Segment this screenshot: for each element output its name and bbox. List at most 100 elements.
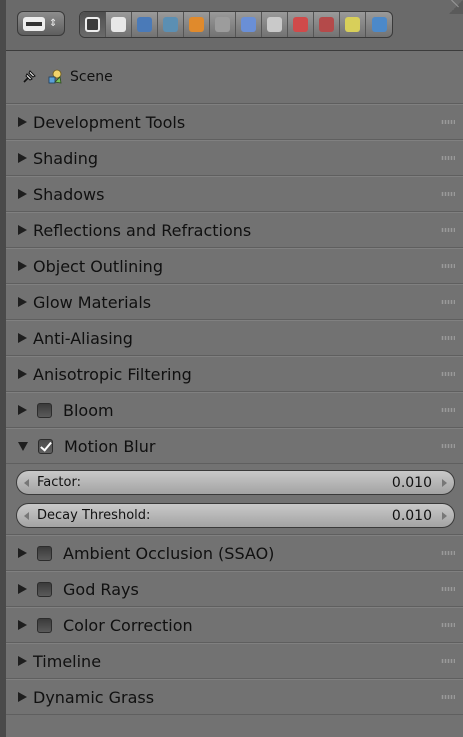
motion-blur-settings: Factor: 0.010 Decay Threshold: 0.010 bbox=[6, 464, 463, 535]
panel-header[interactable]: Glow Materials bbox=[6, 284, 463, 320]
panel-header[interactable]: Object Outlining bbox=[6, 248, 463, 284]
disclosure-collapsed-icon[interactable] bbox=[18, 333, 27, 343]
panel-enable-checkbox[interactable] bbox=[37, 617, 52, 633]
panel-header[interactable]: God Rays bbox=[6, 571, 463, 607]
panel-header[interactable]: Dynamic Grass bbox=[6, 679, 463, 715]
tab-data-tab[interactable] bbox=[262, 12, 288, 37]
disclosure-collapsed-icon[interactable] bbox=[18, 225, 27, 235]
decrement-arrow-icon[interactable] bbox=[24, 479, 29, 487]
drag-grip-icon[interactable] bbox=[441, 264, 455, 268]
drag-grip-icon[interactable] bbox=[441, 120, 455, 124]
scene-label[interactable]: Scene bbox=[70, 69, 113, 85]
panel-header[interactable]: Motion Blur bbox=[6, 428, 463, 464]
disclosure-collapsed-icon[interactable] bbox=[18, 117, 27, 127]
disclosure-collapsed-icon[interactable] bbox=[18, 584, 27, 594]
modifiers-tab-icon bbox=[241, 17, 256, 32]
constraints-tab-icon bbox=[215, 17, 230, 32]
drag-grip-icon[interactable] bbox=[441, 228, 455, 232]
drag-grip-icon[interactable] bbox=[441, 587, 455, 591]
context-path: Scene bbox=[6, 51, 463, 104]
panel-title: Reflections and Refractions bbox=[33, 220, 252, 240]
world-tab-icon bbox=[163, 17, 178, 32]
render-layers-tab-icon bbox=[111, 17, 126, 32]
drag-grip-icon[interactable] bbox=[441, 156, 455, 160]
disclosure-collapsed-icon[interactable] bbox=[18, 656, 27, 666]
scene-tab-icon bbox=[137, 17, 152, 32]
decay-threshold-label: Decay Threshold: bbox=[37, 508, 151, 523]
physics-tab-icon bbox=[371, 17, 387, 32]
context-tab-strip bbox=[79, 11, 393, 38]
editor-type-selector[interactable]: ⇕ bbox=[17, 11, 65, 36]
decay-threshold-slider[interactable]: Decay Threshold: 0.010 bbox=[16, 503, 455, 528]
factor-slider[interactable]: Factor: 0.010 bbox=[16, 470, 455, 495]
panel-header[interactable]: Anisotropic Filtering bbox=[6, 356, 463, 392]
render-tab-icon bbox=[85, 17, 100, 32]
tab-render-layers-tab[interactable] bbox=[106, 12, 132, 37]
decrement-arrow-icon[interactable] bbox=[24, 512, 29, 520]
drag-grip-icon[interactable] bbox=[441, 551, 455, 555]
panel-title: Anisotropic Filtering bbox=[33, 364, 192, 384]
disclosure-collapsed-icon[interactable] bbox=[18, 189, 27, 199]
disclosure-collapsed-icon[interactable] bbox=[18, 153, 27, 163]
panel-header[interactable]: Timeline bbox=[6, 643, 463, 679]
tab-constraints-tab[interactable] bbox=[210, 12, 236, 37]
disclosure-collapsed-icon[interactable] bbox=[18, 297, 27, 307]
tab-world-tab[interactable] bbox=[158, 12, 184, 37]
panel-enable-checkbox[interactable] bbox=[37, 581, 52, 597]
header-toolbar: ⇕ bbox=[6, 0, 463, 51]
drag-grip-icon[interactable] bbox=[441, 192, 455, 196]
drag-grip-icon[interactable] bbox=[441, 336, 455, 340]
panel-header[interactable]: Color Correction bbox=[6, 607, 463, 643]
panel-header[interactable]: Reflections and Refractions bbox=[6, 212, 463, 248]
panel-header[interactable]: Anti-Aliasing bbox=[6, 320, 463, 356]
pin-icon[interactable] bbox=[20, 68, 38, 86]
disclosure-collapsed-icon[interactable] bbox=[18, 369, 27, 379]
tab-render-tab[interactable] bbox=[80, 12, 106, 37]
panel-header[interactable]: Shading bbox=[6, 140, 463, 176]
drag-grip-icon[interactable] bbox=[441, 372, 455, 376]
panel-header[interactable]: Development Tools bbox=[6, 104, 463, 140]
panel-header[interactable]: Ambient Occlusion (SSAO) bbox=[6, 535, 463, 571]
factor-value: 0.010 bbox=[391, 474, 432, 491]
drag-grip-icon[interactable] bbox=[441, 408, 455, 412]
area-split-corner[interactable] bbox=[449, 0, 463, 14]
particles-tab-icon bbox=[345, 17, 360, 32]
disclosure-expanded-icon[interactable] bbox=[18, 441, 28, 451]
panel-enable-checkbox[interactable] bbox=[38, 438, 53, 454]
disclosure-collapsed-icon[interactable] bbox=[18, 261, 27, 271]
tab-texture-tab[interactable] bbox=[314, 12, 340, 37]
disclosure-collapsed-icon[interactable] bbox=[18, 405, 27, 415]
drag-grip-icon[interactable] bbox=[441, 444, 455, 448]
panel-enable-checkbox[interactable] bbox=[37, 545, 52, 561]
panel-list-bottom: Ambient Occlusion (SSAO) God Rays Color Co… bbox=[6, 535, 463, 715]
panel-title: Bloom bbox=[63, 400, 114, 420]
disclosure-collapsed-icon[interactable] bbox=[18, 548, 27, 558]
drag-grip-icon[interactable] bbox=[441, 623, 455, 627]
disclosure-collapsed-icon[interactable] bbox=[18, 620, 27, 630]
tab-material-tab[interactable] bbox=[288, 12, 314, 37]
panel-title: Shading bbox=[33, 148, 98, 168]
increment-arrow-icon[interactable] bbox=[442, 479, 447, 487]
drag-grip-icon[interactable] bbox=[441, 695, 455, 699]
panel-title: Development Tools bbox=[33, 112, 186, 132]
panel-header[interactable]: Shadows bbox=[6, 176, 463, 212]
decay-threshold-value: 0.010 bbox=[391, 507, 432, 524]
panel-header[interactable]: Bloom bbox=[6, 392, 463, 428]
tab-particles-tab[interactable] bbox=[340, 12, 366, 37]
panel-enable-checkbox[interactable] bbox=[37, 402, 52, 418]
tab-scene-tab[interactable] bbox=[132, 12, 158, 37]
disclosure-collapsed-icon[interactable] bbox=[18, 692, 27, 702]
texture-tab-icon bbox=[319, 17, 334, 32]
panel-title: Shadows bbox=[33, 184, 105, 204]
drag-grip-icon[interactable] bbox=[441, 659, 455, 663]
scene-icon bbox=[46, 68, 64, 86]
panel-title: God Rays bbox=[63, 579, 139, 599]
up-down-arrows-icon: ⇕ bbox=[49, 17, 58, 29]
panel-title: Anti-Aliasing bbox=[33, 328, 133, 348]
increment-arrow-icon[interactable] bbox=[442, 512, 447, 520]
properties-editor-icon bbox=[23, 16, 45, 31]
tab-physics-tab[interactable] bbox=[366, 12, 392, 37]
drag-grip-icon[interactable] bbox=[441, 300, 455, 304]
tab-object-tab[interactable] bbox=[184, 12, 210, 37]
tab-modifiers-tab[interactable] bbox=[236, 12, 262, 37]
